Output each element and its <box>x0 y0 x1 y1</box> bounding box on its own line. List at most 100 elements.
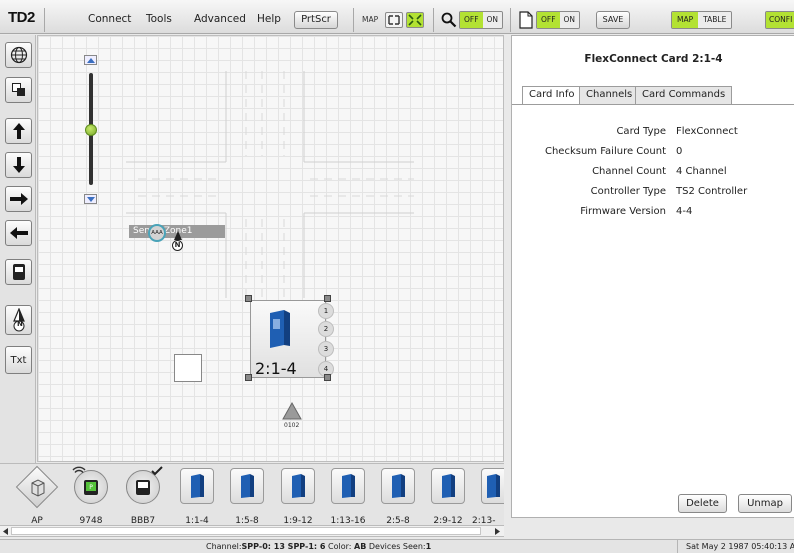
device-card-1-9-12[interactable] <box>281 468 315 504</box>
zoom-in-button[interactable] <box>84 55 97 65</box>
view-table-option[interactable]: TABLE <box>698 12 732 28</box>
device-strip: P AP 9748 BBB7 1:1-4 1:5-8 1:9-12 1:13-1… <box>0 463 504 526</box>
app-logo: TD2 <box>8 9 35 26</box>
toggle-on-option[interactable]: ON <box>482 12 503 28</box>
move-down-tool[interactable] <box>5 152 32 178</box>
layer-tool[interactable] <box>5 77 32 103</box>
wireless-device-icon: P <box>84 480 98 495</box>
field-controller-type: Controller Type TS2 Controller <box>512 186 794 204</box>
scroll-left-button[interactable] <box>0 526 10 536</box>
north-pointer <box>174 231 182 240</box>
card-map-label: 2:1-4 <box>255 359 297 378</box>
chevron-up-icon <box>86 57 95 63</box>
device-card-2-5-8[interactable] <box>381 468 415 504</box>
arrow-right-icon <box>9 193 28 205</box>
channel-badge-3[interactable]: 3 <box>318 341 334 357</box>
zoom-out-button[interactable] <box>84 194 97 204</box>
view-map-option[interactable]: MAP <box>672 12 699 28</box>
scroll-right-button[interactable] <box>492 526 502 536</box>
left-tool-palette: N Txt <box>0 35 36 465</box>
empty-placeholder-box[interactable] <box>174 354 202 382</box>
selection-handle[interactable] <box>245 374 252 381</box>
card-icon <box>442 474 455 498</box>
channel-badge-2[interactable]: 2 <box>318 321 334 337</box>
delete-button[interactable]: Delete <box>678 494 727 513</box>
toolbar: TD2 Connect Tools Advanced Help PrtScr M… <box>0 0 794 34</box>
detector-marker-label: 0102 <box>284 422 300 429</box>
document-toggle[interactable]: OFF ON <box>536 11 581 29</box>
menu-advanced[interactable]: Advanced <box>194 13 246 25</box>
arrow-left-icon <box>9 227 28 239</box>
text-tool[interactable]: Txt <box>5 346 32 374</box>
detector-marker[interactable] <box>282 401 302 420</box>
north-arrow-tool[interactable]: N <box>5 305 32 335</box>
tab-channels[interactable]: Channels <box>579 86 640 104</box>
map-zoom-label: MAP <box>362 15 379 24</box>
sensor-badge: AAA <box>151 230 163 236</box>
device-card-1-13-16[interactable] <box>331 468 365 504</box>
field-card-type: Card Type FlexConnect <box>512 126 794 144</box>
device-card-1-5-8[interactable] <box>230 468 264 504</box>
save-button[interactable]: SAVE <box>596 11 630 29</box>
tab-underline <box>512 104 794 105</box>
view-config-option-wrap[interactable]: CONFI <box>765 11 794 29</box>
view-config-option[interactable]: CONFI <box>766 12 794 28</box>
move-up-tool[interactable] <box>5 118 32 144</box>
field-value: FlexConnect <box>676 126 738 137</box>
zoom-slider-thumb[interactable] <box>85 124 97 136</box>
globe-tool[interactable] <box>5 42 32 68</box>
unmap-button[interactable]: Unmap <box>738 494 792 513</box>
view-mode-toggle[interactable]: MAP TABLE <box>671 11 733 29</box>
menu-connect[interactable]: Connect <box>88 13 131 25</box>
field-firmware-version: Firmware Version 4-4 <box>512 206 794 224</box>
toolbar-separator <box>510 8 511 32</box>
device-tool[interactable] <box>5 259 32 285</box>
sensor-zone-marker[interactable]: AAA <box>148 224 166 242</box>
move-right-tool[interactable] <box>5 186 32 212</box>
expand-map-icon[interactable] <box>406 12 424 28</box>
toggle-off-option[interactable]: OFF <box>537 12 560 28</box>
app-window: TD2 Connect Tools Advanced Help PrtScr M… <box>0 0 794 553</box>
field-value: 4 Channel <box>676 166 727 177</box>
scroll-thumb[interactable] <box>11 527 481 535</box>
document-icon[interactable] <box>519 11 533 32</box>
selection-handle[interactable] <box>245 295 252 302</box>
chevron-down-icon <box>86 196 95 202</box>
tab-card-info[interactable]: Card Info <box>522 86 582 105</box>
card-icon <box>342 474 355 498</box>
north-label: N <box>17 320 23 328</box>
field-value: TS2 Controller <box>676 186 748 197</box>
status-bar: Channel:SPP-0: 13 SPP-1: 6 Color: AB Dev… <box>0 539 794 553</box>
intersection-drawing <box>126 71 414 298</box>
device-card-1-1-4[interactable] <box>180 468 214 504</box>
toolbar-separator <box>44 8 45 32</box>
device-card-2-9-12[interactable] <box>431 468 465 504</box>
checkmark-icon <box>151 466 163 479</box>
toggle-off-option[interactable]: OFF <box>460 12 483 28</box>
channel-number: 2 <box>323 325 329 333</box>
channel-badge-1[interactable]: 1 <box>318 303 334 319</box>
status-datetime: Sat May 2 1987 05:40:13 AM <box>686 542 794 551</box>
field-channel-count: Channel Count 4 Channel <box>512 166 794 184</box>
device-strip-scrollbar[interactable] <box>0 525 504 537</box>
field-checksum-failure-count: Checksum Failure Count 0 <box>512 146 794 164</box>
move-left-tool[interactable] <box>5 220 32 246</box>
warning-triangle-icon <box>282 401 302 420</box>
flexconnect-card-2-1-4[interactable]: 2:1-4 <box>250 300 326 378</box>
search-toggle[interactable]: OFF ON <box>459 11 504 29</box>
status-summary: Channel:SPP-0: 13 SPP-1: 6 Color: AB Dev… <box>206 540 431 553</box>
selection-handle[interactable] <box>324 374 331 381</box>
device-card-2-13[interactable] <box>481 468 504 504</box>
map-canvas[interactable]: SensorZone1 AAA N 2:1-4 1 2 3 4 01 <box>37 35 504 462</box>
wifi-icon <box>72 465 86 478</box>
menu-tools[interactable]: Tools <box>146 13 172 25</box>
fit-map-icon[interactable] <box>385 12 403 28</box>
selection-handle[interactable] <box>324 295 331 302</box>
controller-icon <box>12 264 25 280</box>
toggle-on-option[interactable]: ON <box>559 12 580 28</box>
channel-number: 4 <box>323 365 329 373</box>
tab-card-commands[interactable]: Card Commands <box>635 86 733 104</box>
menu-help[interactable]: Help <box>257 13 281 25</box>
search-icon[interactable] <box>441 11 457 32</box>
prtscr-button[interactable]: PrtScr <box>294 11 338 29</box>
